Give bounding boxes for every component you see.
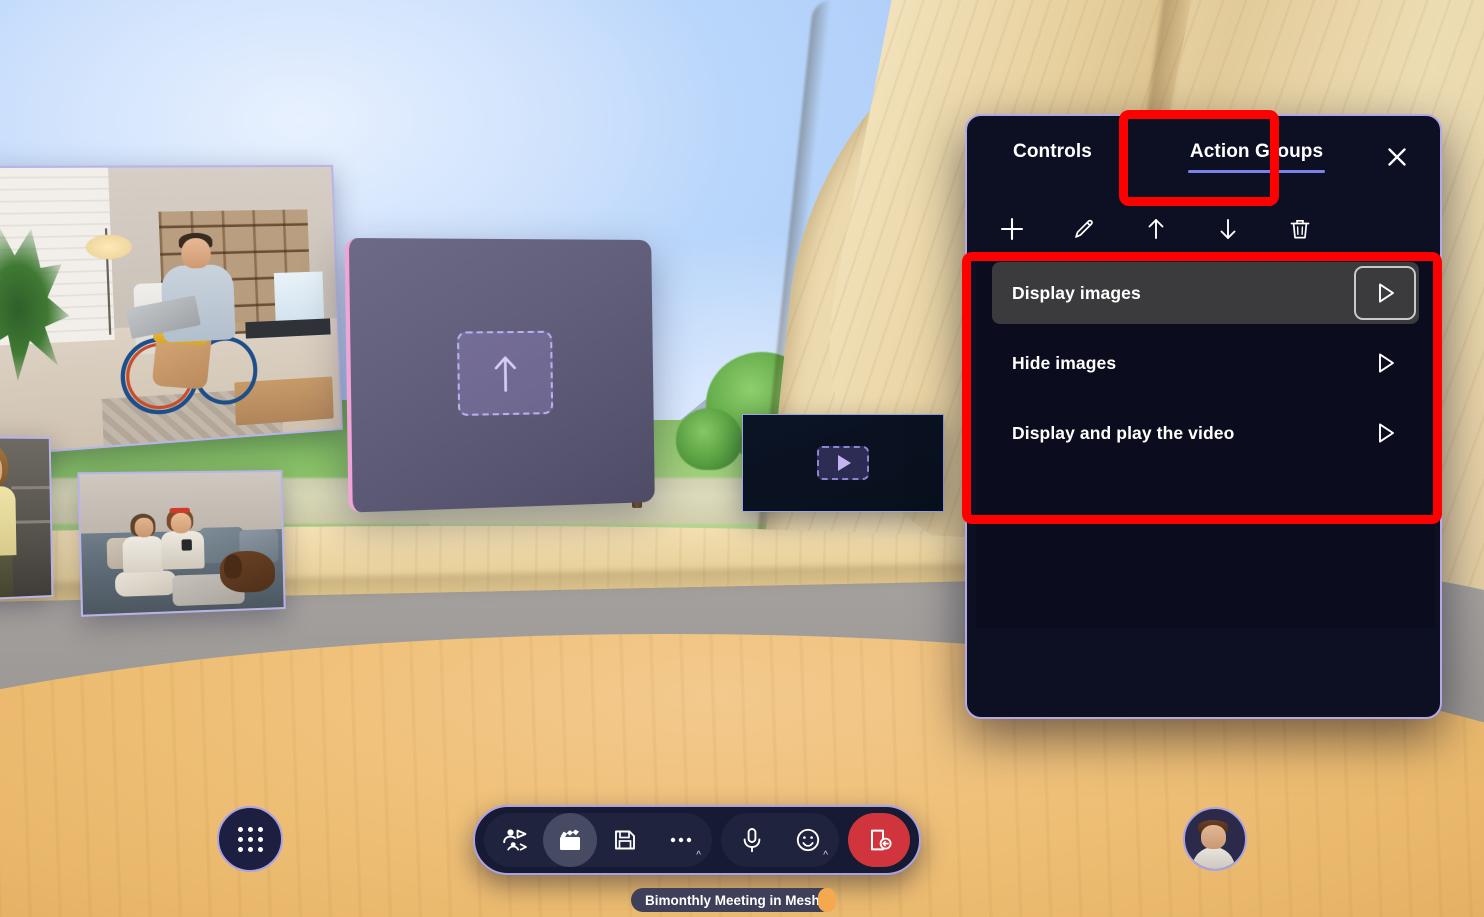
scene-clapperboard-icon[interactable] xyxy=(543,813,597,867)
grid-dots xyxy=(237,826,263,852)
avatar-face xyxy=(1200,824,1226,849)
photo-woman-smiling[interactable] xyxy=(0,436,54,602)
app-stage: Controls Action Groups Display images Hi… xyxy=(0,0,1484,917)
people-icon[interactable] xyxy=(487,814,543,866)
action-group-row[interactable]: Display images xyxy=(992,262,1419,324)
tab-action-groups[interactable]: Action Groups xyxy=(1187,135,1326,173)
background-tree xyxy=(676,408,742,470)
chevron-up-icon: ^ xyxy=(696,850,701,861)
delete-trash-icon[interactable] xyxy=(1274,207,1326,251)
play-action-group-icon[interactable] xyxy=(1354,336,1416,390)
leave-meeting-button[interactable] xyxy=(848,813,910,867)
avatar-body xyxy=(1192,847,1236,869)
play-action-group-icon[interactable] xyxy=(1354,266,1416,320)
action-groups-toolbar xyxy=(967,202,1440,256)
toolbar-group-left: ^ xyxy=(484,813,712,867)
apps-grid-icon[interactable] xyxy=(217,806,283,872)
play-action-group-icon[interactable] xyxy=(1354,406,1416,460)
play-triangle-icon xyxy=(838,455,851,471)
close-icon[interactable] xyxy=(1384,144,1410,170)
photo-two-women-couch-dog[interactable] xyxy=(77,469,286,617)
upload-dropzone[interactable] xyxy=(456,330,554,417)
more-options-icon[interactable]: ^ xyxy=(653,814,709,866)
panel-tab-bar: Controls Action Groups xyxy=(967,116,1440,192)
action-group-label: Hide images xyxy=(1012,352,1117,373)
reactions-smiley-icon[interactable]: ^ xyxy=(780,814,836,866)
move-down-arrow-icon[interactable] xyxy=(1202,207,1254,251)
action-group-label: Display and play the video xyxy=(1012,422,1235,443)
share-content-panel[interactable] xyxy=(344,237,655,513)
meeting-toolbar: ^ ^ xyxy=(473,805,921,875)
meeting-title-pill: Bimonthly Meeting in Mesh xyxy=(631,888,834,912)
avatar[interactable] xyxy=(1183,807,1247,871)
video-dropzone[interactable] xyxy=(817,446,869,480)
edit-pencil-icon[interactable] xyxy=(1058,207,1110,251)
photo-man-wheelchair-laptop[interactable] xyxy=(0,164,343,457)
upload-arrow-icon xyxy=(492,353,519,392)
move-up-arrow-icon[interactable] xyxy=(1130,207,1182,251)
video-content-panel[interactable] xyxy=(742,414,944,512)
action-group-row[interactable]: Display and play the video xyxy=(992,402,1419,464)
microphone-icon[interactable] xyxy=(724,814,780,866)
action-group-label: Display images xyxy=(1012,282,1141,303)
presence-indicator xyxy=(818,888,836,912)
action-groups-list: Display images Hide images Display and p… xyxy=(976,262,1435,628)
chevron-up-icon: ^ xyxy=(823,850,828,861)
controls-panel: Controls Action Groups Display images Hi… xyxy=(965,114,1442,719)
save-floppy-icon[interactable] xyxy=(597,814,653,866)
toolbar-group-right: ^ xyxy=(721,813,839,867)
tab-controls[interactable]: Controls xyxy=(1011,135,1094,173)
add-icon[interactable] xyxy=(986,207,1038,251)
action-group-row[interactable]: Hide images xyxy=(992,332,1419,394)
